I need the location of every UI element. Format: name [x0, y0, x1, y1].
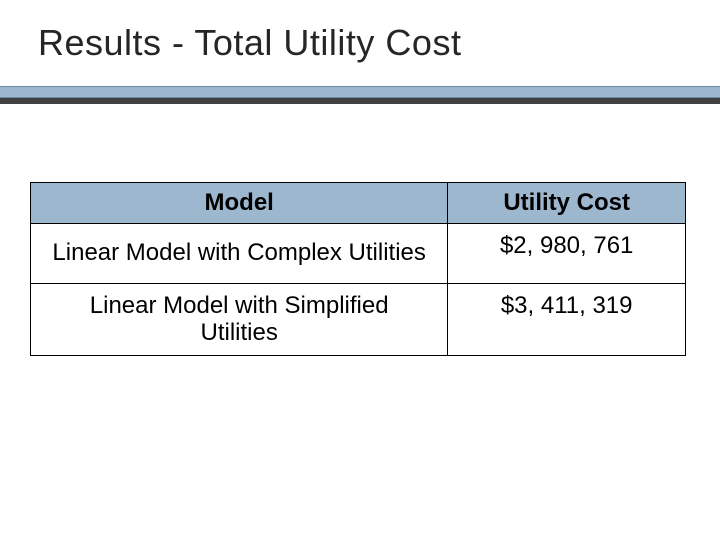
cell-cost: $2, 980, 761 — [448, 223, 686, 283]
table-row: Linear Model with Simplified Utilities $… — [31, 283, 686, 355]
table-header-row: Model Utility Cost — [31, 183, 686, 224]
results-table: Model Utility Cost Linear Model with Com… — [30, 182, 686, 356]
page-title: Results - Total Utility Cost — [0, 0, 720, 64]
cell-cost: $3, 411, 319 — [448, 283, 686, 355]
cell-model: Linear Model with Simplified Utilities — [31, 283, 448, 355]
divider-dark-bar — [0, 98, 720, 104]
divider-accent-bar — [0, 86, 720, 98]
cell-model: Linear Model with Complex Utilities — [31, 223, 448, 283]
header-model: Model — [31, 183, 448, 224]
table-row: Linear Model with Complex Utilities $2, … — [31, 223, 686, 283]
title-divider — [0, 86, 720, 104]
header-cost: Utility Cost — [448, 183, 686, 224]
